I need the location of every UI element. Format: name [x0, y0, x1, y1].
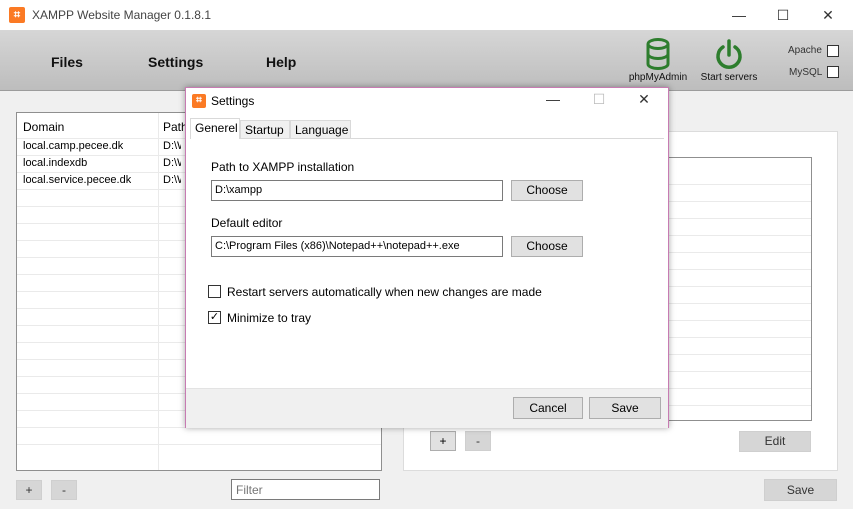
add-domain-button[interactable]: + — [16, 480, 42, 500]
apache-status: Apache — [788, 45, 822, 56]
table-cell-domain[interactable]: local.indexdb — [23, 157, 87, 169]
table-cell-path[interactable]: D:\W — [163, 140, 181, 152]
default-editor-field[interactable]: C:\Program Files (x86)\Notepad++\notepad… — [211, 236, 503, 257]
maximize-button[interactable]: ☐ — [768, 5, 798, 25]
power-icon — [716, 39, 742, 69]
save-main-button[interactable]: Save — [764, 479, 837, 501]
tab-generel[interactable]: Generel — [190, 118, 240, 139]
remove-domain-button[interactable]: - — [51, 480, 77, 500]
start-servers-button[interactable]: Start servers — [699, 38, 759, 83]
mysql-checkbox[interactable] — [827, 66, 839, 78]
table-cell-path[interactable]: D:\W — [163, 174, 181, 186]
restart-servers-label: Restart servers automatically when new c… — [227, 285, 542, 299]
tab-panel-generel: Path to XAMPP installation D:\xampp Choo… — [190, 138, 664, 388]
tab-startup[interactable]: Startup — [240, 120, 290, 138]
mysql-label: MySQL — [789, 67, 823, 78]
minimize-to-tray-label: Minimize to tray — [227, 311, 312, 325]
start-servers-label: Start servers — [700, 72, 758, 83]
tab-language[interactable]: Language — [290, 120, 351, 138]
window-title: XAMPP Website Manager 0.1.8.1 — [32, 8, 211, 22]
save-settings-button[interactable]: Save — [589, 397, 661, 419]
database-icon — [646, 38, 670, 70]
menu-help[interactable]: Help — [266, 54, 296, 70]
mysql-status: MySQL — [789, 67, 822, 78]
choose-editor-button[interactable]: Choose — [511, 236, 583, 257]
table-cell-domain[interactable]: local.service.pecee.dk — [23, 174, 131, 186]
row-divider — [17, 444, 381, 445]
apache-checkbox[interactable] — [827, 45, 839, 57]
phpmyadmin-label: phpMyAdmin — [628, 72, 688, 83]
dialog-title: Settings — [211, 94, 255, 108]
column-header-domain[interactable]: Domain — [23, 120, 64, 134]
minimize-to-tray-checkbox[interactable]: ✓ — [208, 311, 221, 324]
choose-xampp-button[interactable]: Choose — [511, 180, 583, 201]
menu-files[interactable]: Files — [51, 54, 83, 70]
close-button[interactable]: ✕ — [813, 5, 843, 25]
phpmyadmin-button[interactable]: phpMyAdmin — [626, 38, 690, 83]
default-editor-label: Default editor — [211, 216, 283, 230]
filter-input[interactable] — [231, 479, 380, 500]
menu-settings[interactable]: Settings — [148, 54, 203, 70]
xampp-logo-icon: ⌗ — [192, 94, 206, 108]
remove-item-button[interactable]: - — [465, 431, 491, 451]
minimize-button[interactable]: — — [724, 5, 754, 25]
xampp-path-field[interactable]: D:\xampp — [211, 180, 503, 201]
edit-button[interactable]: Edit — [739, 431, 811, 452]
restart-servers-checkbox[interactable] — [208, 285, 221, 298]
add-item-button[interactable]: + — [430, 431, 456, 451]
apache-label: Apache — [788, 45, 822, 56]
dialog-minimize-button[interactable]: — — [538, 89, 568, 109]
dialog-close-button[interactable]: ✕ — [629, 89, 659, 109]
column-header-path[interactable]: Path — [163, 120, 188, 134]
window-titlebar: ⌗ XAMPP Website Manager 0.1.8.1 — ☐ ✕ — [0, 0, 853, 30]
dialog-footer: Cancel Save — [186, 388, 668, 428]
dialog-maximize-button[interactable]: ☐ — [584, 89, 614, 109]
checkmark-icon: ✓ — [209, 311, 220, 323]
menu-bar: Files Settings Help phpMyAdmin Start ser… — [0, 30, 853, 91]
table-cell-domain[interactable]: local.camp.pecee.dk — [23, 140, 123, 152]
cancel-button[interactable]: Cancel — [513, 397, 583, 419]
table-cell-path[interactable]: D:\W — [163, 157, 181, 169]
settings-dialog: ⌗ Settings — ☐ ✕ Generel Startup Languag… — [185, 87, 669, 428]
xampp-path-label: Path to XAMPP installation — [211, 160, 355, 174]
xampp-logo-icon: ⌗ — [9, 7, 25, 23]
